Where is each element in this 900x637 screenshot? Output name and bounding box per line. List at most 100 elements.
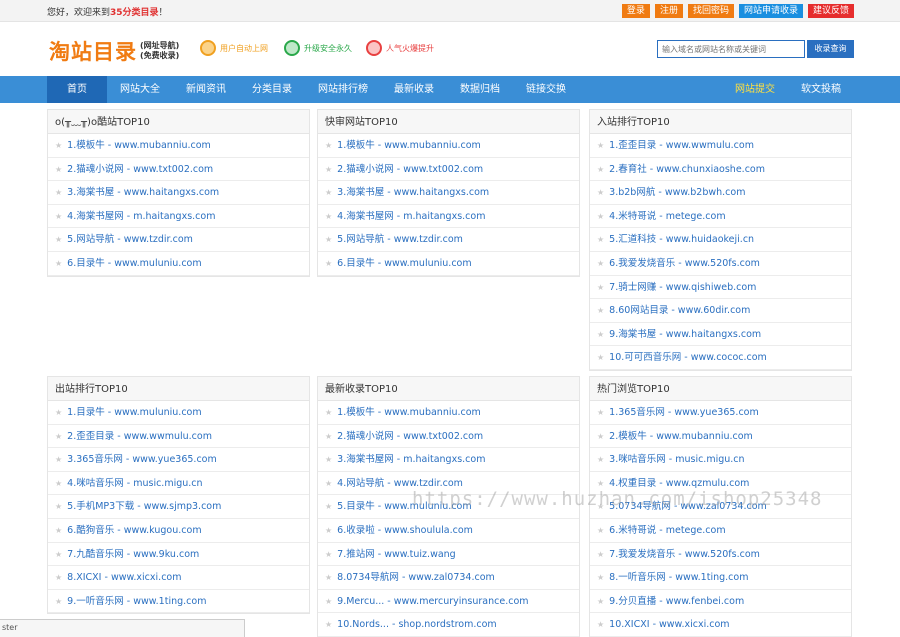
list-item[interactable]: ★ 5.手机MP3下载 - www.sjmp3.com: [48, 495, 309, 519]
list-item[interactable]: ★ 6.我爱发烧音乐 - www.520fs.com: [590, 252, 851, 276]
site-name-link[interactable]: 1.365音乐网: [609, 407, 665, 418]
site-url-link[interactable]: shop.nordstrom.com: [398, 619, 496, 630]
site-name-link[interactable]: 4.米特哥说: [609, 211, 656, 222]
recover-password-button[interactable]: 找回密码: [687, 4, 734, 18]
site-name-link[interactable]: 9.海棠书屋: [609, 329, 656, 340]
list-item[interactable]: ★ 8.XICXI - www.xicxi.com: [48, 566, 309, 590]
site-name-link[interactable]: 5.汇道科技: [609, 234, 656, 245]
site-name-link[interactable]: 7.九酷音乐网: [67, 549, 124, 560]
site-name-link[interactable]: 7.我爱发烧音乐: [609, 549, 675, 560]
login-button[interactable]: 登录: [621, 4, 650, 18]
site-name-link[interactable]: 4.咪咕音乐网: [67, 478, 124, 489]
list-item[interactable]: ★ 2.春育社 - www.chunxiaoshe.com: [590, 158, 851, 182]
site-url-link[interactable]: www.b2bwh.com: [665, 187, 746, 198]
list-item[interactable]: ★ 9.一听音乐网 - www.1ting.com: [48, 590, 309, 614]
site-name-link[interactable]: 6.米特哥说: [609, 525, 656, 536]
nav-categories[interactable]: 分类目录: [239, 76, 305, 103]
list-item[interactable]: ★ 10.Nords... - shop.nordstrom.com: [318, 613, 579, 637]
site-name-link[interactable]: 10.XICXI: [609, 619, 649, 630]
site-url-link[interactable]: www.mubanniu.com: [114, 140, 211, 151]
site-name-link[interactable]: 8.60网站目录: [609, 305, 668, 316]
site-name-link[interactable]: 4.海棠书屋网: [337, 211, 394, 222]
site-name-link[interactable]: 3.海棠书屋网: [337, 454, 394, 465]
site-url-link[interactable]: www.wwmulu.com: [666, 140, 754, 151]
site-name-link[interactable]: 8.一听音乐网: [609, 572, 666, 583]
list-item[interactable]: ★ 6.目录牛 - www.muluniu.com: [318, 252, 579, 276]
site-url-link[interactable]: m.haitangxs.com: [133, 211, 215, 222]
site-url-link[interactable]: www.60dir.com: [678, 305, 751, 316]
site-url-link[interactable]: www.520fs.com: [685, 258, 760, 269]
site-url-link[interactable]: www.wwmulu.com: [124, 431, 212, 442]
site-url-link[interactable]: www.kugou.com: [124, 525, 202, 536]
site-name-link[interactable]: 5.目录牛: [337, 501, 375, 512]
list-item[interactable]: ★ 5.网站导航 - www.tzdir.com: [318, 228, 579, 252]
site-name-link[interactable]: 2.歪歪目录: [67, 431, 114, 442]
site-name-link[interactable]: 1.歪歪目录: [609, 140, 656, 151]
site-url-link[interactable]: metege.com: [666, 525, 726, 536]
apply-listing-button[interactable]: 网站申请收录: [738, 4, 803, 18]
site-url-link[interactable]: www.xicxi.com: [111, 572, 182, 583]
nav-ranking[interactable]: 网站排行榜: [305, 76, 381, 103]
list-item[interactable]: ★ 3.咪咕音乐网 - music.migu.cn: [590, 448, 851, 472]
nav-home[interactable]: 首页: [47, 76, 107, 103]
site-url-link[interactable]: www.huidaokeji.cn: [666, 234, 754, 245]
list-item[interactable]: ★ 4.海棠书屋网 - m.haitangxs.com: [318, 205, 579, 229]
site-url-link[interactable]: www.haitangxs.com: [124, 187, 219, 198]
site-name-link[interactable]: 7.推站网: [337, 549, 375, 560]
site-name-link[interactable]: 6.我爱发烧音乐: [609, 258, 675, 269]
search-button[interactable]: 收录查询: [807, 40, 854, 58]
site-logo[interactable]: 淘站目录 (网址导航) (免费收录): [49, 36, 179, 66]
list-item[interactable]: ★ 7.骑士网赚 - www.qishiweb.com: [590, 276, 851, 300]
site-url-link[interactable]: music.migu.cn: [675, 454, 744, 465]
site-url-link[interactable]: metege.com: [666, 211, 726, 222]
nav-link-exchange[interactable]: 链接交换: [513, 76, 579, 103]
site-name-link[interactable]: 2.春育社: [609, 164, 647, 175]
list-item[interactable]: ★ 9.分贝直播 - www.fenbei.com: [590, 590, 851, 614]
site-url-link[interactable]: www.tuiz.wang: [384, 549, 456, 560]
list-item[interactable]: ★ 6.收录啦 - www.shoulula.com: [318, 519, 579, 543]
site-url-link[interactable]: www.txt002.com: [133, 164, 213, 175]
site-url-link[interactable]: www.520fs.com: [685, 549, 760, 560]
site-url-link[interactable]: www.yue365.com: [674, 407, 758, 418]
list-item[interactable]: ★ 7.我爱发烧音乐 - www.520fs.com: [590, 543, 851, 567]
site-url-link[interactable]: www.yue365.com: [132, 454, 216, 465]
site-url-link[interactable]: www.chunxiaoshe.com: [656, 164, 765, 175]
site-name-link[interactable]: 6.收录啦: [337, 525, 375, 536]
list-item[interactable]: ★ 8.60网站目录 - www.60dir.com: [590, 299, 851, 323]
site-name-link[interactable]: 1.模板牛: [67, 140, 105, 151]
site-url-link[interactable]: www.xicxi.com: [659, 619, 730, 630]
site-url-link[interactable]: www.muluniu.com: [114, 258, 201, 269]
list-item[interactable]: ★ 1.目录牛 - www.muluniu.com: [48, 401, 309, 425]
list-item[interactable]: ★ 3.海棠书屋 - www.haitangxs.com: [48, 181, 309, 205]
site-name-link[interactable]: 10.可可西音乐网: [609, 352, 681, 363]
site-name-link[interactable]: 2.猫魂小说网: [337, 164, 394, 175]
feedback-button[interactable]: 建议反馈: [807, 4, 854, 18]
list-item[interactable]: ★ 6.目录牛 - www.muluniu.com: [48, 252, 309, 276]
list-item[interactable]: ★ 1.365音乐网 - www.yue365.com: [590, 401, 851, 425]
list-item[interactable]: ★ 1.模板牛 - www.mubanniu.com: [318, 401, 579, 425]
search-input[interactable]: [657, 40, 805, 58]
site-url-link[interactable]: www.muluniu.com: [384, 258, 471, 269]
site-url-link[interactable]: www.9ku.com: [133, 549, 199, 560]
list-item[interactable]: ★ 2.猫魂小说网 - www.txt002.com: [318, 425, 579, 449]
site-name-link[interactable]: 6.目录牛: [67, 258, 105, 269]
site-name-link[interactable]: 1.目录牛: [67, 407, 105, 418]
site-name-link[interactable]: 2.猫魂小说网: [67, 164, 124, 175]
site-name-link[interactable]: 3.365音乐网: [67, 454, 123, 465]
site-name-link[interactable]: 2.模板牛: [609, 431, 647, 442]
site-url-link[interactable]: www.mubanniu.com: [384, 407, 481, 418]
list-item[interactable]: ★ 10.可可西音乐网 - www.cococ.com: [590, 346, 851, 370]
site-url-link[interactable]: www.tzdir.com: [394, 234, 463, 245]
site-url-link[interactable]: www.cococ.com: [691, 352, 767, 363]
site-name-link[interactable]: 2.猫魂小说网: [337, 431, 394, 442]
site-url-link[interactable]: www.qishiweb.com: [666, 282, 757, 293]
site-name-link[interactable]: 4.海棠书屋网: [67, 211, 124, 222]
site-name-link[interactable]: 3.咪咕音乐网: [609, 454, 666, 465]
nav-submit-site[interactable]: 网站提交: [722, 76, 788, 103]
site-name-link[interactable]: 6.酷狗音乐: [67, 525, 114, 536]
site-url-link[interactable]: www.sjmp3.com: [144, 501, 222, 512]
list-item[interactable]: ★ 5.汇道科技 - www.huidaokeji.cn: [590, 228, 851, 252]
site-url-link[interactable]: www.mubanniu.com: [384, 140, 481, 151]
site-name-link[interactable]: 3.海棠书屋: [337, 187, 384, 198]
nav-submit-article[interactable]: 软文投稿: [788, 76, 854, 103]
